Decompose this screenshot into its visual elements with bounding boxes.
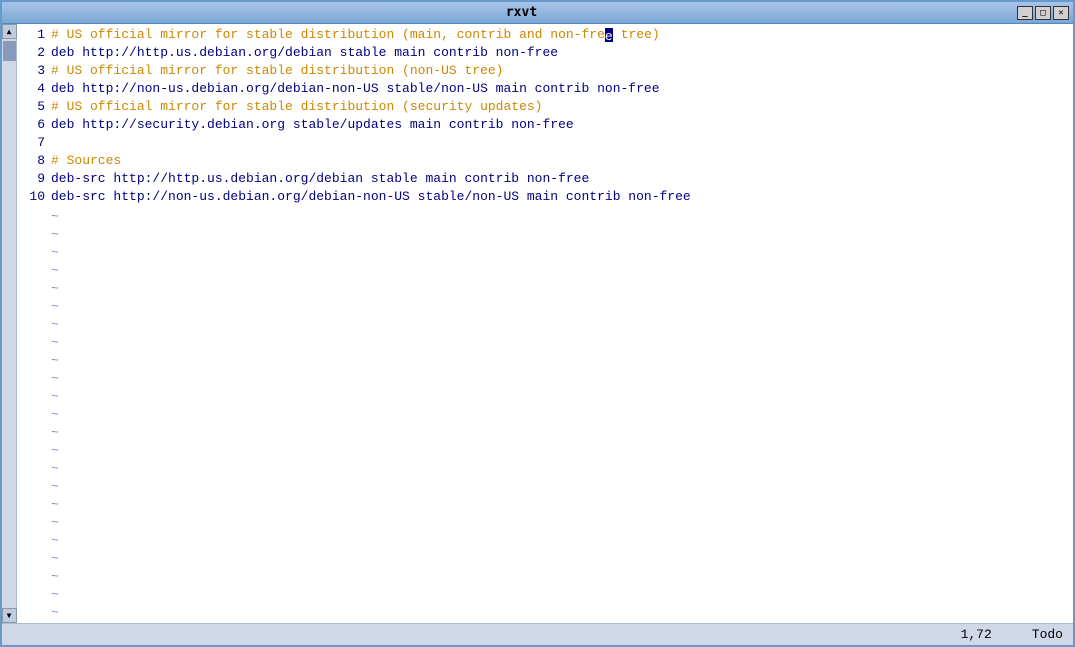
- line-7: 7: [21, 134, 1069, 152]
- line-content-5: # US official mirror for stable distribu…: [51, 98, 1069, 116]
- line-content-6: deb http://security.debian.org stable/up…: [51, 116, 1069, 134]
- tilde-line: ~: [21, 316, 1069, 334]
- line-3: 3 # US official mirror for stable distri…: [21, 62, 1069, 80]
- tilde-line: ~: [21, 550, 1069, 568]
- line-4: 4 deb http://non-us.debian.org/debian-no…: [21, 80, 1069, 98]
- line-1: 1 # US official mirror for stable distri…: [21, 26, 1069, 44]
- line-content-8: # Sources: [51, 152, 1069, 170]
- line-number-8: 8: [21, 152, 51, 170]
- scrollbar-left[interactable]: ▲ ▼: [2, 24, 17, 623]
- tilde-line: ~: [21, 388, 1069, 406]
- tilde-line: ~: [21, 334, 1069, 352]
- line-content-1: # US official mirror for stable distribu…: [51, 26, 1069, 44]
- tilde-line: ~: [21, 244, 1069, 262]
- line-number-2: 2: [21, 44, 51, 62]
- line-content-9: deb-src http://http.us.debian.org/debian…: [51, 170, 1069, 188]
- tilde-line: ~: [21, 604, 1069, 622]
- tilde-line: ~: [21, 370, 1069, 388]
- tilde-line: ~: [21, 514, 1069, 532]
- line-8: 8 # Sources: [21, 152, 1069, 170]
- editor-area: ▲ ▼ 1 # US official mirror for stable di…: [2, 24, 1073, 623]
- scroll-up-arrow[interactable]: ▲: [2, 24, 17, 39]
- minimize-button[interactable]: _: [1017, 6, 1033, 20]
- tilde-line: ~: [21, 442, 1069, 460]
- line-number-5: 5: [21, 98, 51, 116]
- line-10: 10 deb-src http://non-us.debian.org/debi…: [21, 188, 1069, 206]
- line-content-3: # US official mirror for stable distribu…: [51, 62, 1069, 80]
- line-content-2: deb http://http.us.debian.org/debian sta…: [51, 44, 1069, 62]
- line-number-1: 1: [21, 26, 51, 44]
- line-number-6: 6: [21, 116, 51, 134]
- tilde-line: ~: [21, 352, 1069, 370]
- line-6: 6 deb http://security.debian.org stable/…: [21, 116, 1069, 134]
- tilde-lines: ~~~~~~~~~~~~~~~~~~~~~~~~~~~~~~~~: [21, 208, 1069, 623]
- line-number-4: 4: [21, 80, 51, 98]
- tilde-line: ~: [21, 424, 1069, 442]
- maximize-button[interactable]: □: [1035, 6, 1051, 20]
- cursor-position: 1,72: [961, 627, 992, 642]
- close-button[interactable]: ✕: [1053, 6, 1069, 20]
- tilde-line: ~: [21, 280, 1069, 298]
- text-cursor: e: [605, 28, 613, 42]
- line-2: 2 deb http://http.us.debian.org/debian s…: [21, 44, 1069, 62]
- tilde-line: ~: [21, 226, 1069, 244]
- tilde-line: ~: [21, 262, 1069, 280]
- tilde-line: ~: [21, 406, 1069, 424]
- line-content-4: deb http://non-us.debian.org/debian-non-…: [51, 80, 1069, 98]
- tilde-line: ~: [21, 460, 1069, 478]
- tilde-line: ~: [21, 532, 1069, 550]
- line-number-10: 10: [21, 188, 51, 206]
- main-window: rxvt _ □ ✕ ▲ ▼ 1 # US official mirror fo…: [0, 0, 1075, 647]
- titlebar-buttons: _ □ ✕: [1017, 6, 1069, 20]
- line-content-10: deb-src http://non-us.debian.org/debian-…: [51, 188, 1069, 206]
- line-number-9: 9: [21, 170, 51, 188]
- scroll-thumb[interactable]: [3, 41, 16, 61]
- line-number-3: 3: [21, 62, 51, 80]
- statusbar: 1,72 Todo: [2, 623, 1073, 645]
- tilde-line: ~: [21, 298, 1069, 316]
- tilde-line: ~: [21, 496, 1069, 514]
- tilde-line: ~: [21, 478, 1069, 496]
- line-9: 9 deb-src http://http.us.debian.org/debi…: [21, 170, 1069, 188]
- line-number-7: 7: [21, 134, 51, 152]
- text-editor-content[interactable]: 1 # US official mirror for stable distri…: [17, 24, 1073, 623]
- line-5: 5 # US official mirror for stable distri…: [21, 98, 1069, 116]
- tilde-line: ~: [21, 208, 1069, 226]
- scroll-down-arrow[interactable]: ▼: [2, 608, 17, 623]
- tilde-line: ~: [21, 568, 1069, 586]
- tilde-line: ~: [21, 586, 1069, 604]
- titlebar: rxvt _ □ ✕: [2, 2, 1073, 24]
- window-title: rxvt: [26, 5, 1017, 20]
- editor-mode: Todo: [1032, 627, 1063, 642]
